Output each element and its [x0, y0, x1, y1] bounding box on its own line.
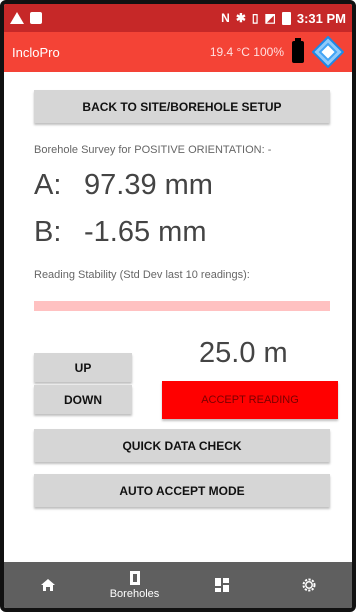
reading-a-value: 97.39 mm: [84, 169, 213, 201]
device-battery-icon: [292, 38, 304, 63]
gear-icon: [302, 578, 315, 592]
alert-icon: [10, 12, 24, 24]
auto-accept-mode-button[interactable]: AUTO ACCEPT MODE: [34, 474, 330, 507]
depth-value: 25.0 m: [199, 337, 288, 369]
back-to-setup-button[interactable]: BACK TO SITE/BOREHOLE SETUP: [34, 90, 330, 123]
device-frame: N ✱ ▯ ◩ 3:31 PM IncloPro 19.4 °C 100% BA…: [0, 0, 356, 612]
device-status: 19.4 °C 100%: [209, 45, 284, 59]
nav-boreholes-label: Boreholes: [109, 588, 160, 600]
nav-settings[interactable]: [274, 562, 344, 608]
notification-icon: [30, 12, 42, 24]
reading-b-value: -1.65 mm: [84, 216, 207, 248]
survey-label: Borehole Survey for POSITIVE ORIENTATION…: [34, 144, 272, 156]
status-bar-right: N ✱ ▯ ◩ 3:31 PM: [221, 11, 346, 26]
bottom-nav: Boreholes: [4, 562, 352, 608]
home-icon: [40, 579, 55, 591]
reading-b-label: B:: [34, 216, 62, 248]
app-bar: IncloPro 19.4 °C 100%: [4, 32, 352, 72]
stability-label: Reading Stability (Std Dev last 10 readi…: [34, 269, 250, 281]
nav-home[interactable]: [13, 562, 83, 608]
status-bar-left: [10, 12, 42, 24]
main-content: BACK TO SITE/BOREHOLE SETUP Borehole Sur…: [4, 72, 352, 562]
stability-bar: [34, 301, 330, 311]
app-title: IncloPro: [12, 44, 60, 60]
nav-boreholes[interactable]: Boreholes: [100, 562, 170, 608]
up-button[interactable]: UP: [34, 353, 132, 382]
quick-data-check-button[interactable]: QUICK DATA CHECK: [34, 429, 330, 462]
no-sim-icon: ◩: [264, 11, 276, 25]
battery-icon: [281, 11, 291, 25]
bluetooth-icon: ✱: [235, 11, 246, 25]
vibrate-icon: ▯: [251, 11, 259, 25]
accept-reading-button[interactable]: ACCEPT READING: [162, 381, 338, 419]
reading-a-label: A:: [34, 169, 62, 201]
stability-bar-fill: [34, 301, 330, 311]
status-time: 3:31 PM: [296, 10, 346, 26]
app-logo-icon: [312, 36, 344, 68]
status-bar: N ✱ ▯ ◩ 3:31 PM: [4, 4, 352, 32]
reading-b: B: -1.65 mm: [34, 216, 206, 249]
dashboard-icon: [214, 578, 229, 592]
nav-dashboard[interactable]: [187, 562, 257, 608]
reading-a: A: 97.39 mm: [34, 169, 213, 202]
nfc-icon: N: [221, 11, 230, 25]
borehole-icon: [129, 571, 140, 585]
down-button[interactable]: DOWN: [34, 385, 132, 414]
